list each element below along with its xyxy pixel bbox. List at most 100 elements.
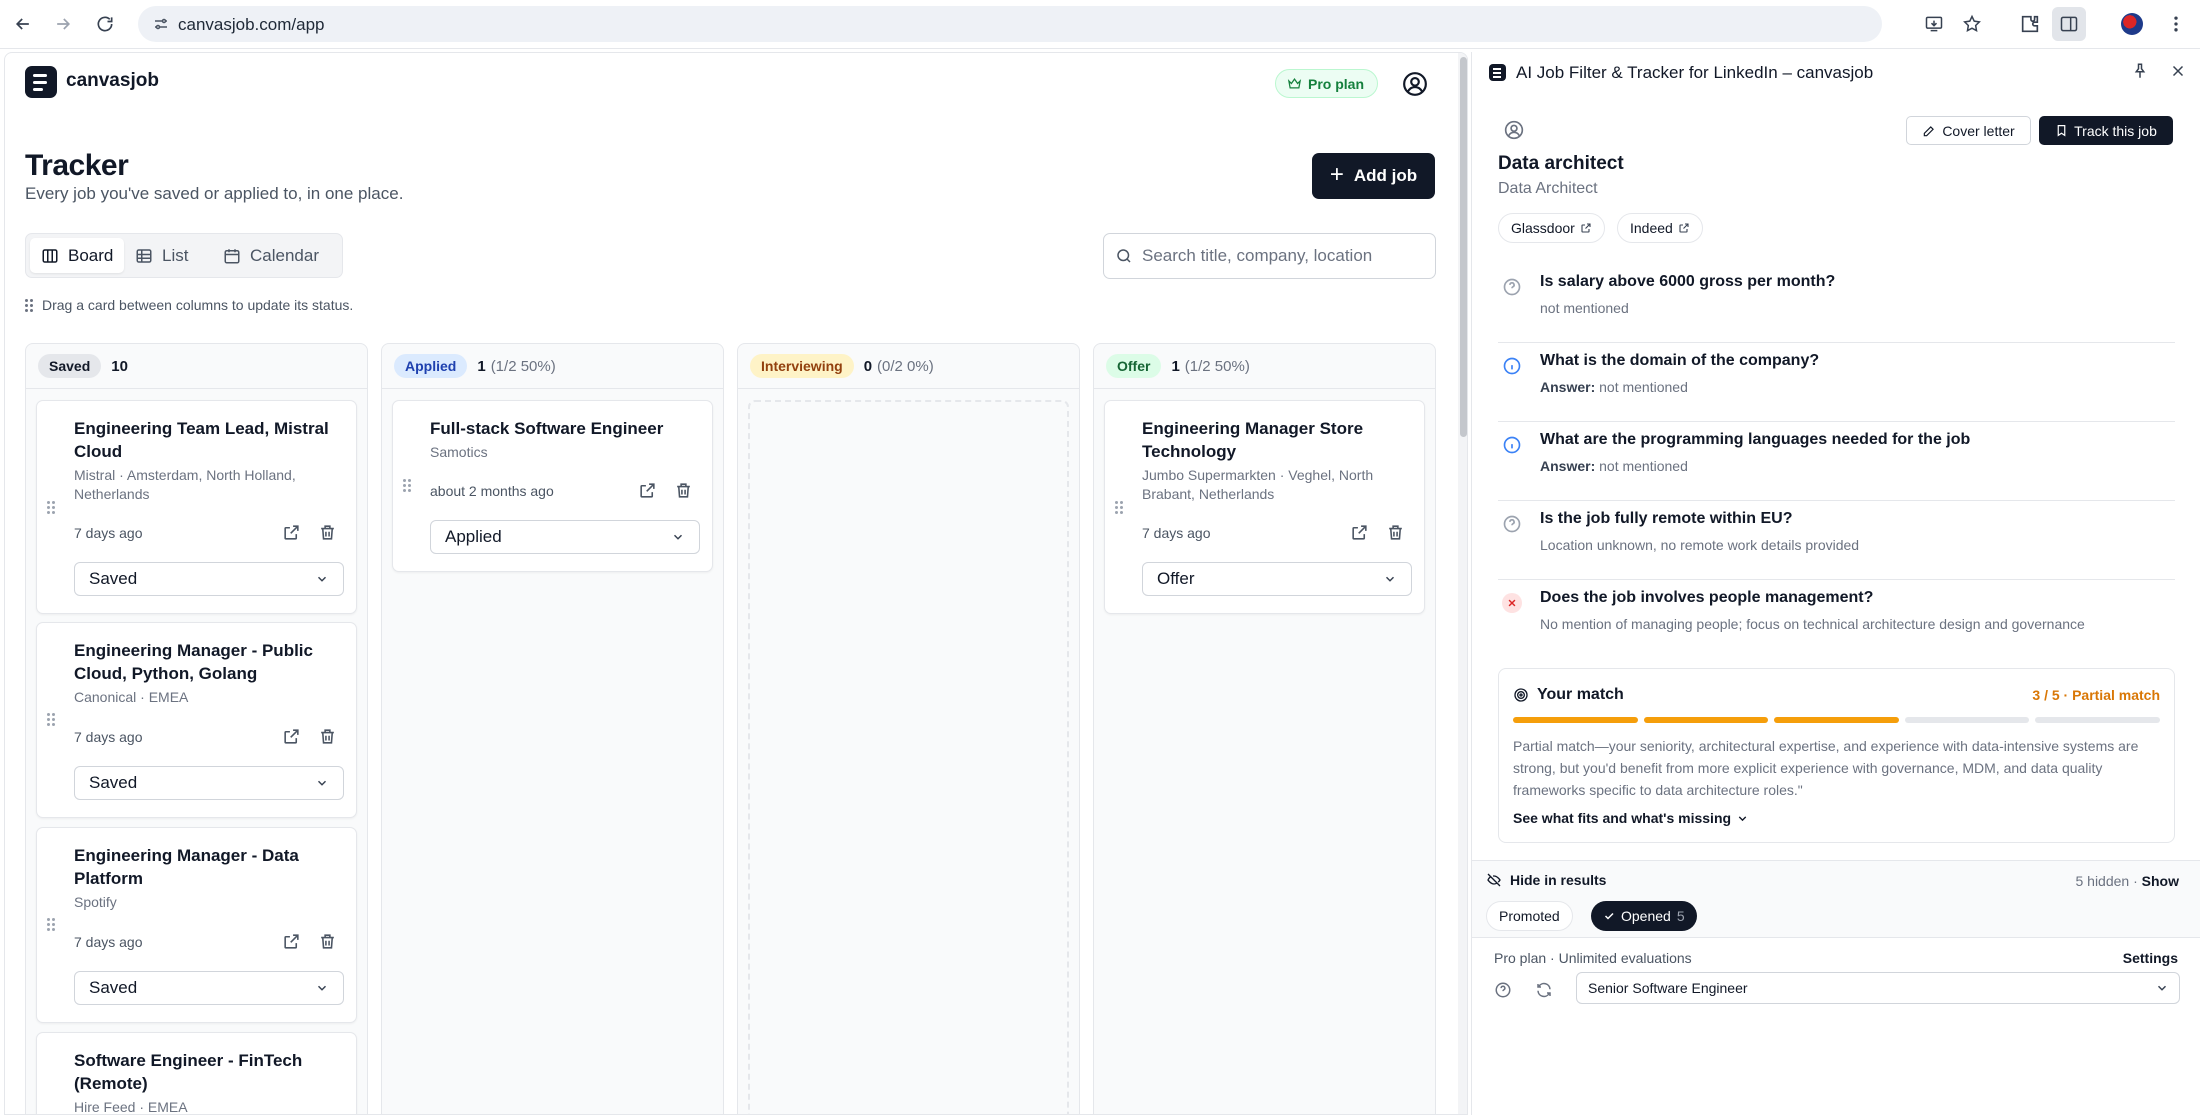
show-hidden-link[interactable]: Show (2142, 873, 2179, 889)
question-item: What are the programming languages neede… (1498, 429, 2175, 501)
search-field[interactable] (1103, 233, 1436, 279)
install-app-icon[interactable] (1924, 14, 1944, 34)
card-title[interactable]: Full-stack Software Engineer (430, 417, 700, 440)
status-select-value: Saved (89, 773, 138, 792)
drag-handle-icon[interactable] (403, 479, 411, 492)
column-percentage: (1/2 50%) (1184, 357, 1250, 375)
card-title[interactable]: Engineering Manager - Data Platform (74, 844, 344, 890)
trash-icon[interactable] (318, 727, 337, 746)
address-bar[interactable]: canvasjob.com/app (138, 6, 1981, 42)
card-title[interactable]: Engineering Manager - Public Cloud, Pyth… (74, 639, 344, 685)
url-text[interactable]: canvasjob.com/app (178, 15, 324, 35)
card-company: Mistral · Amsterdam, North Holland, Neth… (74, 467, 296, 502)
tracker-app: canvasjob Pro plan Tracker Every job you… (4, 52, 1468, 1115)
card-company: Samotics (430, 444, 488, 460)
plan-info: Pro plan · Unlimited evaluations (1494, 950, 1692, 966)
page-title: Tracker (25, 149, 129, 182)
trash-icon[interactable] (318, 523, 337, 542)
job-card[interactable]: Engineering Manager - Data Platform Spot… (36, 827, 357, 1023)
card-title[interactable]: Engineering Team Lead, Mistral Cloud (74, 417, 344, 463)
cover-letter-button[interactable]: Cover letter (1906, 116, 2031, 145)
board-icon (42, 248, 58, 263)
pro-plan-badge[interactable]: Pro plan (1275, 69, 1379, 98)
forward-icon[interactable] (50, 11, 76, 37)
site-settings-icon[interactable] (152, 15, 170, 33)
tab-board[interactable]: Board (30, 238, 125, 273)
drag-handle-icon[interactable] (1115, 501, 1123, 514)
status-select[interactable]: Offer (1142, 562, 1412, 596)
scrollbar-thumb[interactable] (1460, 57, 1467, 437)
reload-icon[interactable] (92, 11, 118, 37)
drag-handle-icon[interactable] (47, 501, 55, 514)
extension-logo-icon (1489, 64, 1506, 81)
brand-name[interactable]: canvasjob (66, 70, 159, 92)
job-card[interactable]: Engineering Manager Store Technology Jum… (1104, 400, 1425, 614)
status-select[interactable]: Saved (74, 766, 344, 800)
question-item: What is the domain of the company? Answe… (1498, 350, 2175, 422)
card-company: Spotify (74, 894, 117, 910)
status-select[interactable]: Saved (74, 562, 344, 596)
indeed-link[interactable]: Indeed (1617, 213, 1703, 243)
external-link-icon[interactable] (282, 727, 301, 746)
profile-select[interactable]: Senior Software Engineer (1576, 972, 2180, 1004)
trash-icon[interactable] (1386, 523, 1405, 542)
external-link-icon[interactable] (282, 932, 301, 951)
external-link-icon[interactable] (638, 481, 657, 500)
avatar[interactable] (2120, 12, 2144, 36)
card-title[interactable]: Engineering Manager Store Technology (1142, 417, 1412, 463)
refresh-icon[interactable] (1535, 981, 1553, 999)
see-fits-toggle[interactable]: See what fits and what's missing (1513, 810, 1749, 826)
browser-menu-icon[interactable] (2164, 12, 2188, 36)
status-select[interactable]: Saved (74, 971, 344, 1005)
help-icon[interactable] (1494, 981, 1512, 999)
trash-icon[interactable] (318, 932, 337, 951)
job-card[interactable]: Software Engineer - FinTech (Remote) Hir… (36, 1032, 357, 1114)
card-time: about 2 months ago (430, 483, 554, 499)
filter-promoted[interactable]: Promoted (1486, 901, 1573, 931)
back-icon[interactable] (10, 11, 36, 37)
job-card[interactable]: Engineering Manager - Public Cloud, Pyth… (36, 622, 357, 818)
glassdoor-label: Glassdoor (1511, 220, 1575, 236)
logo[interactable] (25, 66, 57, 98)
column-count: 1 (1171, 357, 1180, 375)
card-company: Canonical · EMEA (74, 689, 189, 705)
pin-icon[interactable] (2131, 62, 2149, 80)
bookmark-star-icon[interactable] (1962, 14, 1982, 34)
close-icon[interactable] (2169, 62, 2187, 80)
tab-calendar[interactable]: Calendar (212, 238, 330, 273)
card-title[interactable]: Software Engineer - FinTech (Remote) (74, 1049, 344, 1095)
search-input[interactable] (1142, 234, 1427, 278)
external-link-icon[interactable] (1350, 523, 1369, 542)
side-panel-icon[interactable] (2052, 7, 2086, 41)
status-select[interactable]: Applied (430, 520, 700, 554)
pencil-icon (1924, 125, 1935, 136)
drag-handle-icon[interactable] (47, 918, 55, 931)
filter-label: Promoted (1499, 908, 1560, 924)
match-bar-segment (1774, 717, 1899, 723)
drag-handle-icon[interactable] (47, 713, 55, 726)
job-card[interactable]: Full-stack Software Engineer Samotics ab… (392, 400, 713, 572)
trash-icon[interactable] (674, 481, 693, 500)
question-item: Is the job fully remote within EU? Locat… (1498, 508, 2175, 580)
scrollbar[interactable] (1458, 53, 1467, 1114)
chevron-down-icon (317, 576, 327, 582)
extensions-icon[interactable] (2018, 12, 2042, 36)
chevron-down-icon (1385, 576, 1395, 582)
external-link-icon[interactable] (282, 523, 301, 542)
see-fits-label: See what fits and what's missing (1513, 810, 1732, 826)
question-answer: not mentioned (1540, 300, 1629, 316)
track-job-button[interactable]: Track this job (2039, 116, 2173, 145)
card-time: 7 days ago (1142, 525, 1211, 541)
chevron-down-icon (673, 534, 683, 540)
match-explanation: Partial match—your seniority, architectu… (1513, 738, 2139, 798)
empty-drop-zone[interactable] (748, 400, 1069, 1114)
filter-opened[interactable]: Opened 5 (1591, 901, 1697, 931)
hidden-count: 5 hidden · Show (2075, 873, 2179, 889)
tab-list[interactable]: List (124, 238, 199, 273)
glassdoor-link[interactable]: Glassdoor (1498, 213, 1605, 243)
account-icon[interactable] (1402, 71, 1428, 97)
add-job-button[interactable]: + Add job (1312, 153, 1435, 199)
job-card[interactable]: Engineering Team Lead, Mistral Cloud Mis… (36, 400, 357, 614)
settings-link[interactable]: Settings (2123, 950, 2178, 966)
browser-toolbar: canvasjob.com/app (0, 0, 2200, 49)
